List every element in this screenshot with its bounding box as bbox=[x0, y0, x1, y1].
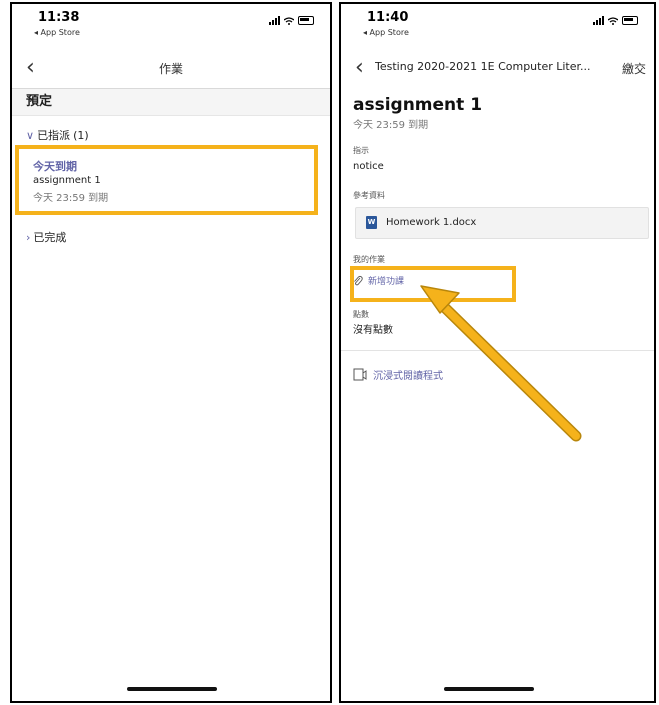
due-today-label: 今天到期 bbox=[33, 160, 77, 173]
assignments-list-screen: 11:38 ◂ App Store ‹ 作業 預定 ∨ 已指派 (1) 今天到期… bbox=[10, 2, 332, 703]
system-icons bbox=[269, 16, 314, 25]
group-completed[interactable]: › 已完成 bbox=[26, 229, 66, 245]
group-assigned-count: (1) bbox=[73, 128, 89, 142]
nav-bar: ‹ 作業 bbox=[12, 50, 330, 89]
chevron-right-icon: › bbox=[26, 230, 31, 244]
group-assigned-label: 已指派 bbox=[37, 129, 71, 142]
home-indicator[interactable] bbox=[127, 687, 217, 691]
assignment-detail-screen: 11:40 ◂ App Store ‹ Testing 2020-2021 1E… bbox=[339, 2, 656, 703]
annotation-arrow bbox=[420, 285, 582, 442]
home-indicator[interactable] bbox=[444, 687, 534, 691]
battery-icon bbox=[298, 16, 314, 25]
assignment-card[interactable]: 今天到期 assignment 1 今天 23:59 到期 bbox=[15, 145, 318, 215]
status-bar: 11:38 ◂ App Store bbox=[12, 4, 330, 48]
page-title: 作業 bbox=[158, 62, 183, 76]
section-header-upcoming: 預定 bbox=[12, 89, 330, 116]
assignment-due: 今天 23:59 到期 bbox=[33, 193, 109, 204]
wifi-icon bbox=[284, 16, 294, 25]
group-completed-label: 已完成 bbox=[33, 231, 67, 244]
assignment-name: assignment 1 bbox=[33, 175, 101, 186]
back-to-app-store-link[interactable]: ◂ App Store bbox=[34, 28, 80, 37]
group-assigned[interactable]: ∨ 已指派 (1) bbox=[26, 127, 89, 143]
chevron-down-icon: ∨ bbox=[26, 128, 35, 142]
status-time: 11:38 bbox=[38, 10, 80, 25]
signal-icon bbox=[269, 16, 280, 25]
